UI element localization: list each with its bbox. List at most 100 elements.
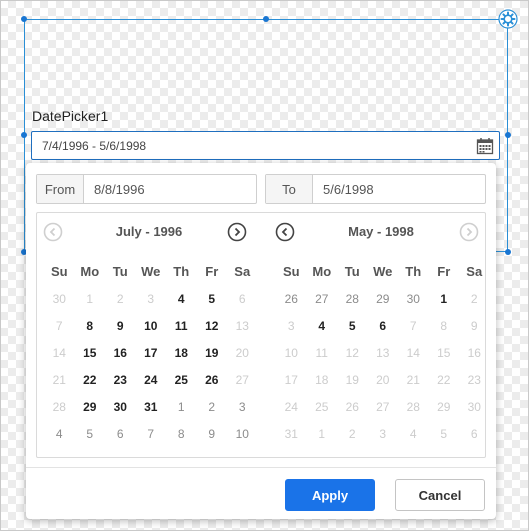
day-cell[interactable]: 29 bbox=[75, 393, 106, 420]
weekday-header: Sa bbox=[466, 264, 483, 279]
day-cell[interactable]: 15 bbox=[75, 339, 106, 366]
day-cell: 22 bbox=[437, 372, 451, 387]
weekday-header: Mo bbox=[312, 264, 332, 279]
chevron-right-icon[interactable] bbox=[459, 222, 479, 242]
day-cell[interactable]: 8 bbox=[166, 420, 197, 447]
day-cell: 23 bbox=[467, 372, 481, 387]
calendar-right-month: May - 1998 Su Mo Tu We Th Fr Sa 26 27 28 29 30 1 2 3 4 5… bbox=[275, 213, 487, 457]
day-cell[interactable]: 4 bbox=[307, 312, 338, 339]
day-cell[interactable]: 4 bbox=[166, 285, 197, 312]
day-cell[interactable]: 19 bbox=[197, 339, 228, 366]
day-cell[interactable]: 12 bbox=[197, 312, 228, 339]
day-cell: 8 bbox=[440, 318, 448, 333]
day-cell: 19 bbox=[345, 372, 359, 387]
day-cell[interactable]: 26 bbox=[276, 285, 307, 312]
day-cell[interactable]: 3 bbox=[227, 393, 258, 420]
day-cell: 28 bbox=[406, 399, 420, 414]
to-label: To bbox=[266, 175, 313, 203]
calendar-icon[interactable] bbox=[476, 137, 494, 155]
day-cell: 26 bbox=[345, 399, 359, 414]
day-cell: 1 bbox=[318, 426, 326, 441]
date-range-input[interactable]: 7/4/1996 - 5/6/1998 bbox=[31, 131, 500, 160]
day-cell[interactable]: 30 bbox=[105, 393, 136, 420]
day-cell[interactable]: 8 bbox=[75, 312, 106, 339]
weekday-header: Tu bbox=[344, 264, 360, 279]
day-cell: 27 bbox=[376, 399, 390, 414]
day-cell: 15 bbox=[437, 345, 451, 360]
day-cell[interactable]: 31 bbox=[136, 393, 167, 420]
day-cell[interactable]: 10 bbox=[136, 312, 167, 339]
weekday-header: Su bbox=[50, 264, 68, 279]
date-range-value: 7/4/1996 - 5/6/1998 bbox=[42, 138, 147, 153]
day-cell[interactable]: 2 bbox=[197, 393, 228, 420]
apply-button[interactable]: Apply bbox=[285, 479, 375, 511]
cancel-button[interactable]: Cancel bbox=[395, 479, 485, 511]
day-cell[interactable]: 11 bbox=[166, 312, 197, 339]
day-cell: 16 bbox=[467, 345, 481, 360]
day-cell: 7 bbox=[409, 318, 417, 333]
day-cell: 9 bbox=[470, 318, 478, 333]
day-cell[interactable]: 5 bbox=[75, 420, 106, 447]
resize-handle-bottom-right[interactable] bbox=[505, 249, 511, 255]
day-cell[interactable]: 7 bbox=[136, 420, 167, 447]
day-cell[interactable]: 5 bbox=[197, 285, 228, 312]
gear-icon[interactable] bbox=[497, 8, 519, 30]
day-cell: 29 bbox=[437, 399, 451, 414]
to-value[interactable]: 5/6/1998 bbox=[313, 175, 485, 203]
day-cell: 7 bbox=[55, 318, 63, 333]
day-cell[interactable]: 17 bbox=[136, 339, 167, 366]
day-cell: 5 bbox=[440, 426, 448, 441]
day-cell[interactable]: 30 bbox=[398, 285, 429, 312]
day-cell: 20 bbox=[235, 345, 249, 360]
weekday-header: Th bbox=[405, 264, 422, 279]
day-cell: 2 bbox=[348, 426, 356, 441]
weekday-header: Mo bbox=[80, 264, 100, 279]
day-cell[interactable]: 18 bbox=[166, 339, 197, 366]
from-value[interactable]: 8/8/1996 bbox=[84, 175, 256, 203]
day-cell[interactable]: 23 bbox=[105, 366, 136, 393]
day-cell[interactable]: 10 bbox=[227, 420, 258, 447]
day-cell[interactable]: 4 bbox=[44, 420, 75, 447]
widget-label: DatePicker1 bbox=[32, 108, 109, 124]
day-cell: 4 bbox=[409, 426, 417, 441]
day-cell[interactable]: 28 bbox=[337, 285, 368, 312]
to-field[interactable]: To 5/6/1998 bbox=[265, 174, 486, 204]
day-cell[interactable]: 1 bbox=[166, 393, 197, 420]
day-cell[interactable]: 26 bbox=[197, 366, 228, 393]
day-cell: 31 bbox=[284, 426, 298, 441]
day-cell[interactable]: 9 bbox=[105, 312, 136, 339]
day-cell: 30 bbox=[52, 291, 66, 306]
day-grid-right: Su Mo Tu We Th Fr Sa 26 27 28 29 30 1 2 3 4 5 6 7 8 9 10 11 12 1… bbox=[276, 258, 490, 447]
day-cell[interactable]: 25 bbox=[166, 366, 197, 393]
day-cell: 11 bbox=[315, 345, 328, 360]
resize-handle-left[interactable] bbox=[21, 132, 27, 138]
day-cell[interactable]: 16 bbox=[105, 339, 136, 366]
chevron-right-icon[interactable] bbox=[227, 222, 247, 242]
day-cell: 13 bbox=[376, 345, 390, 360]
day-cell[interactable]: 27 bbox=[307, 285, 338, 312]
day-cell[interactable]: 9 bbox=[197, 420, 228, 447]
from-label: From bbox=[37, 175, 84, 203]
day-cell[interactable]: 1 bbox=[429, 285, 460, 312]
day-cell: 3 bbox=[287, 318, 295, 333]
from-field[interactable]: From 8/8/1996 bbox=[36, 174, 257, 204]
day-cell: 2 bbox=[116, 291, 124, 306]
resize-handle-top[interactable] bbox=[263, 16, 269, 22]
day-cell[interactable]: 5 bbox=[337, 312, 368, 339]
day-cell[interactable]: 24 bbox=[136, 366, 167, 393]
month-title-left: July - 1996 bbox=[115, 224, 183, 239]
weekday-header: Sa bbox=[234, 264, 251, 279]
resize-handle-right[interactable] bbox=[505, 132, 511, 138]
day-cell[interactable]: 6 bbox=[105, 420, 136, 447]
day-cell[interactable]: 29 bbox=[368, 285, 399, 312]
day-cell[interactable]: 6 bbox=[368, 312, 399, 339]
day-cell: 24 bbox=[284, 399, 298, 414]
day-cell: 10 bbox=[284, 345, 298, 360]
resize-handle-top-left[interactable] bbox=[21, 16, 27, 22]
weekday-header: Th bbox=[173, 264, 190, 279]
day-cell: 17 bbox=[284, 372, 298, 387]
calendar-panel: July - 1996 Su Mo Tu We Th Fr Sa 30 1 2 3 4 5 6 7 8 9 10 1… bbox=[36, 212, 486, 458]
footer-divider bbox=[26, 467, 496, 468]
day-cell: 28 bbox=[52, 399, 66, 414]
day-cell[interactable]: 22 bbox=[75, 366, 106, 393]
